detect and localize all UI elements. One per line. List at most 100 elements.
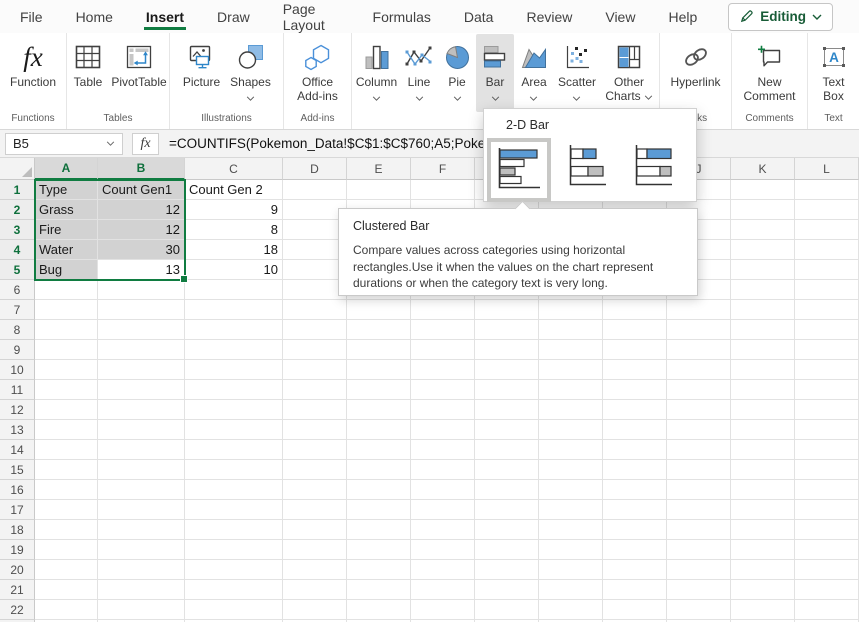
cell-g18[interactable] — [475, 520, 539, 540]
cell-d7[interactable] — [283, 300, 347, 320]
cell-e20[interactable] — [347, 560, 411, 580]
column-header-k[interactable]: K — [731, 158, 795, 180]
cell-a6[interactable] — [35, 280, 98, 300]
row-header-16[interactable]: 16 — [0, 480, 35, 500]
cell-h18[interactable] — [539, 520, 603, 540]
cell-h15[interactable] — [539, 460, 603, 480]
cell-e11[interactable] — [347, 380, 411, 400]
cell-a21[interactable] — [35, 580, 98, 600]
cell-j21[interactable] — [667, 580, 731, 600]
cell-a14[interactable] — [35, 440, 98, 460]
cell-c3[interactable]: 8 — [185, 220, 283, 240]
cell-h10[interactable] — [539, 360, 603, 380]
cell-e8[interactable] — [347, 320, 411, 340]
cell-f1[interactable] — [411, 180, 475, 200]
cell-e9[interactable] — [347, 340, 411, 360]
cell-l14[interactable] — [795, 440, 859, 460]
cell-j18[interactable] — [667, 520, 731, 540]
ribbon-button-shapes[interactable]: Shapes — [226, 34, 276, 112]
chart-option-stacked-bar[interactable] — [563, 138, 613, 196]
cell-c7[interactable] — [185, 300, 283, 320]
cell-a8[interactable] — [35, 320, 98, 340]
cell-d14[interactable] — [283, 440, 347, 460]
cell-k18[interactable] — [731, 520, 795, 540]
cell-k3[interactable] — [731, 220, 795, 240]
cell-j22[interactable] — [667, 600, 731, 620]
cell-h14[interactable] — [539, 440, 603, 460]
cell-a13[interactable] — [35, 420, 98, 440]
cell-g22[interactable] — [475, 600, 539, 620]
cell-l15[interactable] — [795, 460, 859, 480]
ribbon-button-picture[interactable]: Picture — [178, 34, 226, 112]
cell-j19[interactable] — [667, 540, 731, 560]
cell-b15[interactable] — [98, 460, 185, 480]
cell-i22[interactable] — [603, 600, 667, 620]
row-header-9[interactable]: 9 — [0, 340, 35, 360]
cell-e16[interactable] — [347, 480, 411, 500]
row-header-7[interactable]: 7 — [0, 300, 35, 320]
cell-a5[interactable]: Bug — [35, 260, 98, 280]
cell-a19[interactable] — [35, 540, 98, 560]
cell-e7[interactable] — [347, 300, 411, 320]
column-header-d[interactable]: D — [283, 158, 347, 180]
chart-option-clustered-bar[interactable] — [487, 138, 551, 202]
cell-j10[interactable] — [667, 360, 731, 380]
cell-g9[interactable] — [475, 340, 539, 360]
cell-j14[interactable] — [667, 440, 731, 460]
cell-b8[interactable] — [98, 320, 185, 340]
cell-i19[interactable] — [603, 540, 667, 560]
cell-a20[interactable] — [35, 560, 98, 580]
cell-e19[interactable] — [347, 540, 411, 560]
cell-l21[interactable] — [795, 580, 859, 600]
cell-b21[interactable] — [98, 580, 185, 600]
cell-k4[interactable] — [731, 240, 795, 260]
cell-b7[interactable] — [98, 300, 185, 320]
cell-d15[interactable] — [283, 460, 347, 480]
row-header-14[interactable]: 14 — [0, 440, 35, 460]
cell-g12[interactable] — [475, 400, 539, 420]
cell-c10[interactable] — [185, 360, 283, 380]
cell-d20[interactable] — [283, 560, 347, 580]
ribbon-button-pie[interactable]: Pie — [438, 34, 476, 112]
cell-k9[interactable] — [731, 340, 795, 360]
cell-i18[interactable] — [603, 520, 667, 540]
row-header-10[interactable]: 10 — [0, 360, 35, 380]
cell-c18[interactable] — [185, 520, 283, 540]
row-header-11[interactable]: 11 — [0, 380, 35, 400]
insert-function-button[interactable]: fx — [132, 133, 159, 155]
tab-home[interactable]: Home — [74, 0, 115, 33]
cell-e10[interactable] — [347, 360, 411, 380]
cell-i7[interactable] — [603, 300, 667, 320]
row-header-6[interactable]: 6 — [0, 280, 35, 300]
cell-k17[interactable] — [731, 500, 795, 520]
tab-draw[interactable]: Draw — [215, 0, 252, 33]
cell-c13[interactable] — [185, 420, 283, 440]
cell-b9[interactable] — [98, 340, 185, 360]
cell-f7[interactable] — [411, 300, 475, 320]
cell-b16[interactable] — [98, 480, 185, 500]
cell-a3[interactable]: Fire — [35, 220, 98, 240]
cell-g16[interactable] — [475, 480, 539, 500]
cell-b19[interactable] — [98, 540, 185, 560]
cell-g17[interactable] — [475, 500, 539, 520]
cell-k10[interactable] — [731, 360, 795, 380]
cell-e1[interactable] — [347, 180, 411, 200]
cell-b12[interactable] — [98, 400, 185, 420]
cell-c12[interactable] — [185, 400, 283, 420]
cell-d8[interactable] — [283, 320, 347, 340]
row-header-19[interactable]: 19 — [0, 540, 35, 560]
row-header-21[interactable]: 21 — [0, 580, 35, 600]
cell-j15[interactable] — [667, 460, 731, 480]
cell-e21[interactable] — [347, 580, 411, 600]
ribbon-button-hyperlink[interactable]: Hyperlink — [660, 34, 731, 112]
cell-f20[interactable] — [411, 560, 475, 580]
cell-d21[interactable] — [283, 580, 347, 600]
editing-mode-button[interactable]: Editing — [728, 3, 833, 31]
cell-l3[interactable] — [795, 220, 859, 240]
cell-k7[interactable] — [731, 300, 795, 320]
column-header-a[interactable]: A — [35, 158, 98, 180]
cell-j13[interactable] — [667, 420, 731, 440]
cell-i11[interactable] — [603, 380, 667, 400]
cell-l16[interactable] — [795, 480, 859, 500]
ribbon-button-line[interactable]: Line — [400, 34, 438, 112]
